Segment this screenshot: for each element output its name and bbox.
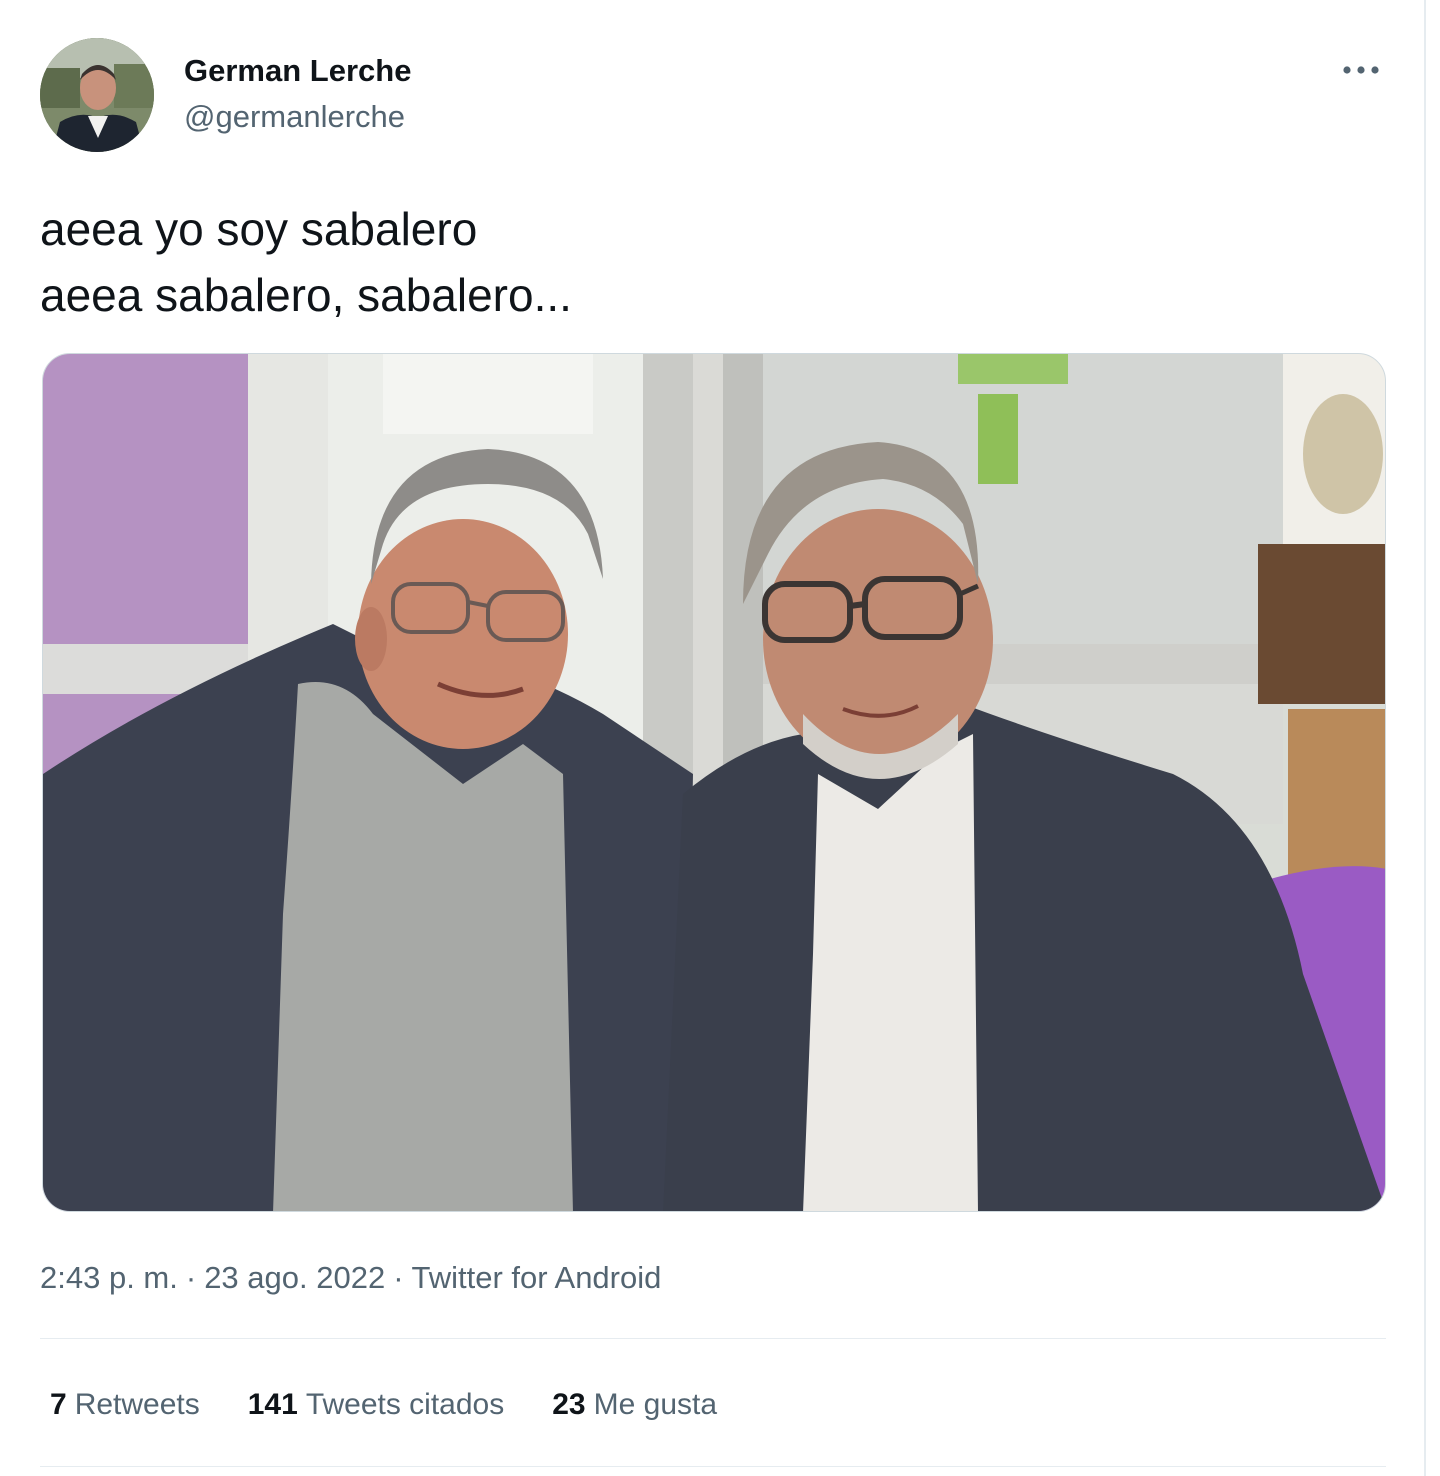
- likes-label: Me gusta: [593, 1388, 718, 1421]
- divider: [40, 1338, 1386, 1339]
- ellipsis-icon: [1343, 66, 1379, 74]
- photo-two-men-sitting: [43, 354, 1385, 1211]
- author-display-name[interactable]: German Lerche: [184, 52, 411, 90]
- more-options-button[interactable]: [1336, 52, 1386, 88]
- tweet-text-line: aeea sabalero, sabalero...: [40, 269, 572, 321]
- tweet-header: German Lerche @germanlerche: [40, 38, 1386, 154]
- tweet-text: aeea yo soy sabalero aeea sabalero, saba…: [40, 196, 1386, 328]
- tweet-time[interactable]: 2:43 p. m.: [40, 1260, 178, 1295]
- author-info: German Lerche @germanlerche: [184, 52, 411, 136]
- likes-stat[interactable]: 23 Me gusta: [552, 1388, 717, 1422]
- meta-separator: ·: [185, 1260, 197, 1295]
- retweets-stat[interactable]: 7 Retweets: [50, 1388, 200, 1422]
- tweet-metadata: 2:43 p. m. · 23 ago. 2022 · Twitter for Andr…: [40, 1256, 661, 1300]
- meta-separator: ·: [393, 1260, 404, 1295]
- quote-tweets-stat[interactable]: 141 Tweets citados: [248, 1388, 505, 1422]
- quote-tweets-label: Tweets citados: [305, 1388, 505, 1421]
- tweet-card: German Lerche @germanlerche aeea yo soy …: [0, 0, 1426, 1476]
- tweet-source-link[interactable]: Twitter for Android: [412, 1260, 662, 1295]
- tweet-text-line: aeea yo soy sabalero: [40, 203, 478, 255]
- quote-tweets-count: 141: [247, 1388, 298, 1421]
- retweets-count: 7: [50, 1388, 67, 1421]
- tweet-photo[interactable]: [42, 353, 1386, 1212]
- retweets-label: Retweets: [74, 1388, 200, 1421]
- avatar-photo: [40, 38, 154, 152]
- tweet-stats: 7 Retweets 141 Tweets citados 23 Me gust…: [50, 1382, 765, 1428]
- tweet-date[interactable]: 23 ago. 2022: [204, 1260, 385, 1295]
- likes-count: 23: [552, 1388, 586, 1421]
- divider: [40, 1466, 1386, 1467]
- author-handle[interactable]: @germanlerche: [184, 98, 411, 136]
- author-avatar[interactable]: [40, 38, 154, 152]
